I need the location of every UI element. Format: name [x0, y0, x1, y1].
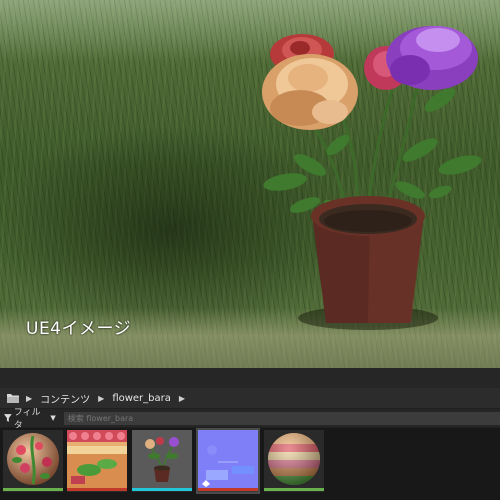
potted-rose-model: [262, 26, 482, 330]
asset-type-bar: [132, 488, 192, 491]
breadcrumb-arrow-icon[interactable]: ▶: [22, 394, 36, 403]
breadcrumb-arrow-icon[interactable]: ▶: [94, 394, 108, 403]
viewport[interactable]: UE4イメージ: [0, 0, 500, 368]
breadcrumb: ▶ コンテンツ ▶ flower_bara ▶: [0, 388, 500, 408]
normal-map-icon: [198, 430, 258, 488]
material-sphere-icon: [264, 430, 324, 488]
asset-tile[interactable]: [196, 428, 260, 494]
asset-type-bar: [3, 488, 63, 491]
asset-type-bar: [67, 488, 127, 491]
texture-icon: [67, 430, 127, 488]
purple-rose: [386, 26, 478, 90]
asset-grid: [0, 428, 500, 500]
breadcrumb-arrow-icon[interactable]: ▶: [175, 394, 189, 403]
peach-rose: [262, 54, 358, 130]
asset-type-bar: [264, 488, 324, 491]
filter-bar: フィルタ ▼: [0, 408, 500, 431]
material-sphere-icon: [3, 430, 63, 488]
content-browser-toolbar: [0, 368, 500, 389]
content-browser: ▶ コンテンツ ▶ flower_bara ▶ フィルタ ▼: [0, 368, 500, 500]
viewport-caption: UE4イメージ: [26, 319, 132, 339]
static-mesh-icon: [132, 430, 192, 488]
chevron-down-icon: ▼: [50, 414, 56, 422]
asset-type-bar: [198, 488, 258, 491]
asset-tile[interactable]: [264, 430, 324, 492]
funnel-icon: [4, 414, 12, 422]
asset-tile[interactable]: [132, 430, 192, 492]
search-input[interactable]: [63, 411, 500, 425]
asset-tile[interactable]: [3, 430, 63, 492]
folder-icon[interactable]: [6, 392, 20, 404]
breadcrumb-item-flower-bara[interactable]: flower_bara: [108, 388, 175, 408]
filter-button[interactable]: フィルタ ▼: [0, 408, 60, 431]
asset-tile[interactable]: [67, 430, 127, 492]
